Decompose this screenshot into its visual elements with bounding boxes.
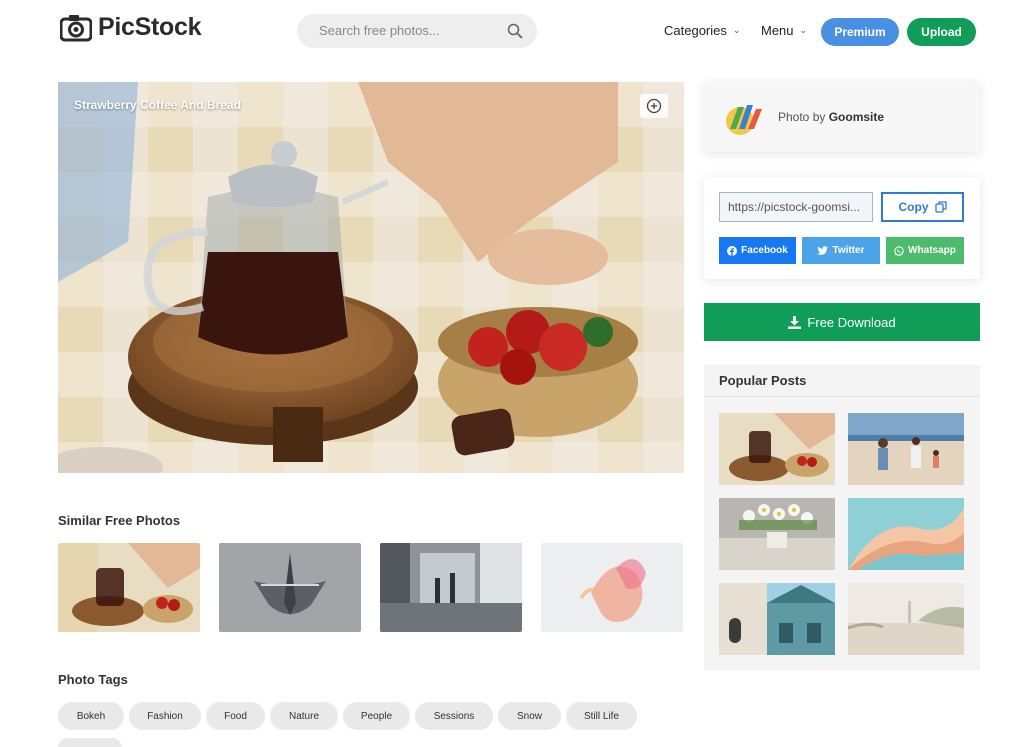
similar-photos-title: Similar Free Photos	[58, 513, 181, 528]
similar-photo-image	[58, 543, 200, 632]
share-card: Copy Facebook Twitter Whatsapp	[704, 177, 980, 279]
similar-photo-image	[219, 543, 361, 632]
facebook-share-button[interactable]: Facebook	[719, 237, 796, 264]
author-card: Photo by Goomsite	[704, 82, 980, 152]
chevron-down-icon: ⌄	[732, 25, 741, 35]
popular-post-image	[719, 498, 835, 570]
download-label: Free Download	[807, 314, 896, 330]
copy-label: Copy	[898, 200, 929, 214]
popular-post-image	[719, 583, 835, 655]
similar-photo-image	[380, 543, 522, 632]
nav-categories[interactable]: Categories ⌄	[664, 23, 740, 38]
search-bar	[297, 14, 537, 48]
zoom-button[interactable]	[640, 94, 668, 118]
chevron-down-icon: ⌄	[799, 25, 808, 35]
logo[interactable]: PicStock	[60, 13, 202, 42]
share-url-field[interactable]	[719, 192, 873, 222]
search-input[interactable]	[319, 23, 499, 38]
nav-categories-label: Categories	[664, 23, 727, 38]
main-photo-image	[58, 82, 684, 473]
tag-fashion[interactable]: Fashion	[129, 702, 201, 730]
copy-button[interactable]: Copy	[881, 192, 964, 222]
download-icon	[788, 315, 802, 329]
popular-posts-header: Popular Posts	[704, 365, 980, 397]
whatsapp-share-button[interactable]: Whatsapp	[886, 237, 964, 264]
upload-button[interactable]: Upload	[907, 18, 976, 46]
popular-posts-card: Popular Posts	[704, 365, 980, 670]
free-download-button[interactable]: Free Download	[704, 303, 980, 341]
popular-post-thumb[interactable]	[719, 498, 835, 570]
twitter-label: Twitter	[832, 245, 865, 256]
similar-photo-thumb[interactable]	[219, 543, 361, 632]
tag-snow[interactable]: Snow	[498, 702, 561, 730]
whatsapp-label: Whatsapp	[908, 245, 956, 256]
popular-post-image	[848, 498, 964, 570]
popular-post-image	[719, 413, 835, 485]
popular-posts-title: Popular Posts	[719, 373, 807, 388]
tag-still-life[interactable]: Still Life	[566, 702, 637, 730]
tag-people[interactable]: People	[343, 702, 410, 730]
nav-menu[interactable]: Menu ⌄	[761, 23, 807, 38]
photo-title: Strawberry Coffee And Bread	[74, 98, 241, 112]
author-credit: Photo by Goomsite	[778, 110, 884, 124]
facebook-icon	[727, 245, 738, 256]
popular-post-thumb[interactable]	[719, 583, 835, 655]
logo-text: PicStock	[98, 13, 202, 41]
author-name[interactable]: Goomsite	[829, 110, 884, 124]
zoom-in-icon	[646, 98, 662, 114]
photo-tags-title: Photo Tags	[58, 672, 128, 687]
similar-photo-thumb[interactable]	[380, 543, 522, 632]
popular-post-thumb[interactable]	[719, 413, 835, 485]
goomsite-logo-icon	[726, 105, 762, 135]
popular-post-thumb[interactable]	[848, 413, 964, 485]
search-icon[interactable]	[507, 23, 523, 39]
popular-post-image	[848, 413, 964, 485]
similar-photo-thumb[interactable]	[58, 543, 200, 632]
tag-overflow[interactable]	[58, 738, 122, 747]
tag-nature[interactable]: Nature	[270, 702, 338, 730]
twitter-share-button[interactable]: Twitter	[802, 237, 880, 264]
similar-photo-image	[541, 543, 683, 632]
nav-menu-label: Menu	[761, 23, 794, 38]
tag-sessions[interactable]: Sessions	[415, 702, 493, 730]
copy-icon	[934, 201, 947, 213]
popular-post-thumb[interactable]	[848, 583, 964, 655]
premium-button[interactable]: Premium	[821, 18, 899, 46]
author-prefix: Photo by	[778, 110, 826, 124]
tag-food[interactable]: Food	[206, 702, 265, 730]
popular-post-thumb[interactable]	[848, 498, 964, 570]
facebook-label: Facebook	[741, 245, 788, 256]
similar-photo-thumb[interactable]	[541, 543, 683, 632]
camera-logo-icon	[60, 14, 92, 41]
tag-bokeh[interactable]: Bokeh	[58, 702, 124, 730]
whatsapp-icon	[894, 245, 904, 256]
popular-post-image	[848, 583, 964, 655]
site-header: PicStock Categories ⌄ Menu ⌄ Premium Upl…	[0, 0, 1024, 64]
main-photo[interactable]: Strawberry Coffee And Bread	[58, 82, 684, 473]
twitter-icon	[817, 245, 829, 255]
